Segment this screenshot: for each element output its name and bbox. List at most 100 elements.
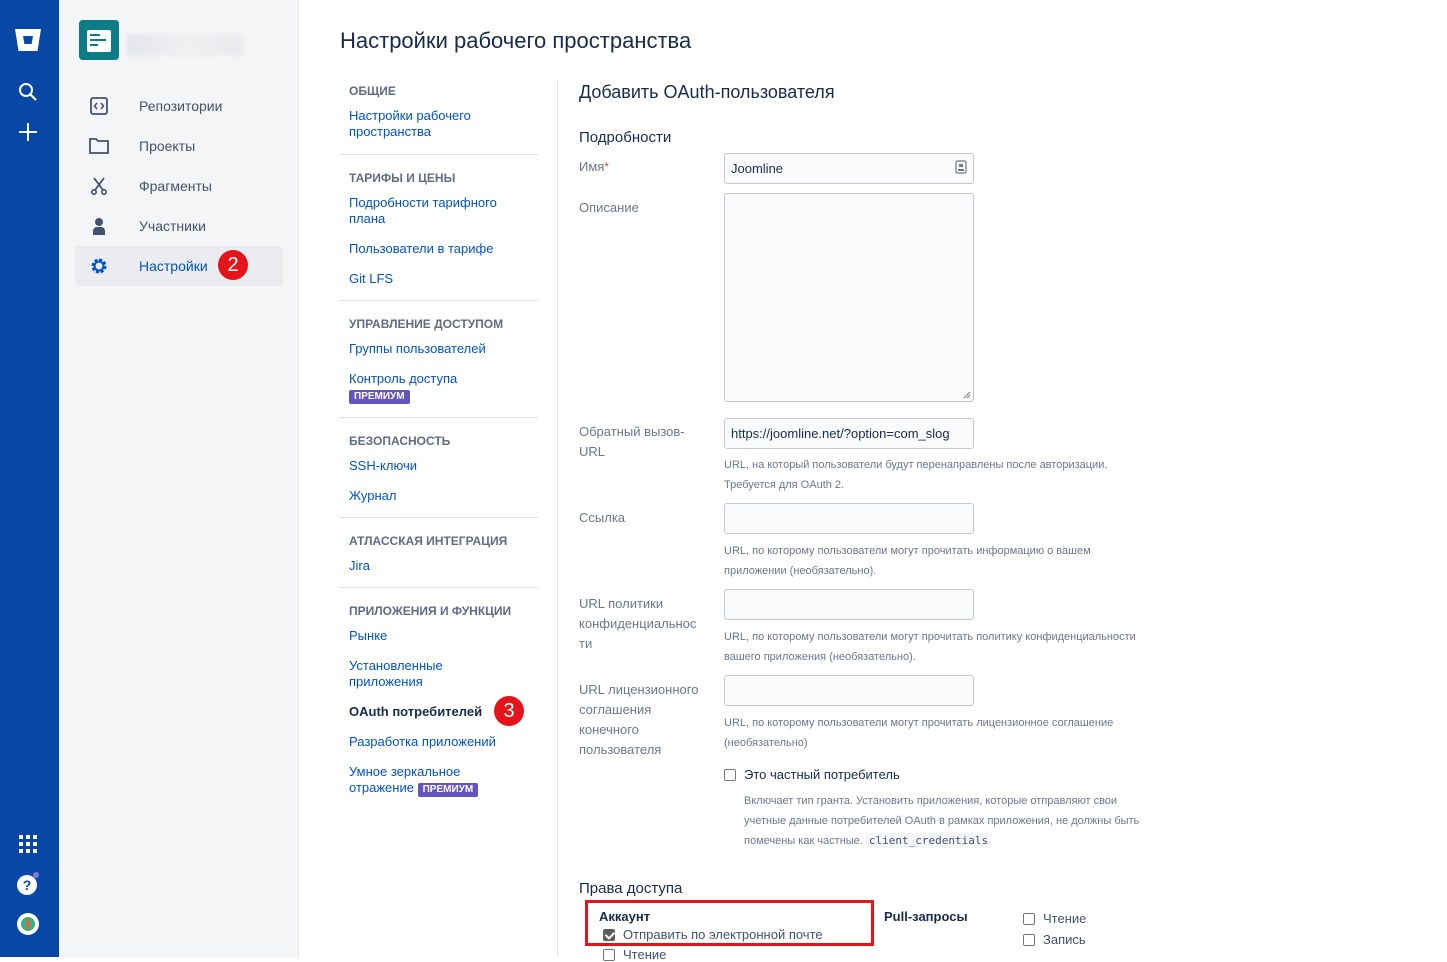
account-read-row[interactable]: Чтение [603,947,666,962]
app-switcher-grid-icon[interactable] [14,830,42,858]
pr-read-label: Чтение [1043,911,1087,926]
url-help: URL, по которому пользователи могут проч… [724,541,1194,581]
gear-icon [87,254,111,278]
pr-read-row[interactable]: Чтение [1023,911,1086,926]
pr-write-checkbox[interactable] [1023,933,1035,946]
label-line: конечного [579,722,639,737]
callback-url-label: Обратный вызов-URL [579,424,685,459]
help-line: Требуется для OAuth 2. [724,479,845,491]
pull-requests-perm-heading: Pull-запросы [884,909,968,924]
eula-url-help: URL, по которому пользователи могут проч… [724,713,1194,753]
person-icon [87,214,111,238]
premium-lozenge: ПРЕМИУМ [417,783,479,797]
account-email-checkbox[interactable] [603,928,615,941]
account-email-row[interactable]: Отправить по электронной почте [603,927,823,942]
subnav-link-installed-apps[interactable]: Установленные приложения [349,658,479,690]
annotation-badge-2: 2 [218,250,248,280]
eula-url-input[interactable] [724,675,974,706]
pr-read-checkbox[interactable] [1023,912,1035,925]
subnav-link-plan-details[interactable]: Подробности тарифного плана [349,195,519,227]
bitbucket-logo-icon[interactable] [14,26,42,54]
subnav-link-access-control[interactable]: Контроль доступа ПРЕМИУМ [349,371,528,404]
grant-type-code: client_credentials [865,833,992,848]
search-icon[interactable] [14,78,42,106]
help-line: URL, по которому пользователи могут проч… [724,631,1136,643]
callback-url-help: URL, на который пользователи будут перен… [724,455,1194,495]
subnav-link-smart-mirroring[interactable]: Умное зеркальное отражение ПРЕМИУМ [349,764,509,797]
workspace-sidebar: Репозитории Проекты Фрагменты Участники … [59,0,299,957]
label-line: соглашения [579,702,652,717]
sidebar-item-repositories[interactable]: Репозитории [75,86,283,126]
subnav-section-access: УПРАВЛЕНИЕ ДОСТУПОМ Группы пользователей… [339,301,538,418]
label-line: пользователя [579,742,662,757]
subnav-link-workspace-settings[interactable]: Настройки рабочего пространства [349,108,499,140]
annotation-badge-3: 3 [494,696,524,726]
subnav-link-git-lfs[interactable]: Git LFS [349,271,528,287]
folder-icon [87,134,111,158]
subnav-section-plans: ТАРИФЫ И ЦЕНЫ Подробности тарифного план… [339,155,538,301]
password-manager-icon[interactable] [955,160,967,177]
name-label: Имя* [579,157,609,177]
subnav-heading: ПРИЛОЖЕНИЯ И ФУНКЦИИ [349,604,512,618]
subnav-link-label: Контроль доступа [349,371,458,386]
user-avatar-icon[interactable] [14,910,42,938]
subnav-section-general: ОБЩИЕ Настройки рабочего пространства [339,80,538,155]
help-line: Включает тип гранта. Установить приложен… [744,795,1118,807]
account-perm-heading: Аккаунт [599,909,651,924]
help-line: приложении (необязательно). [724,565,877,577]
pr-write-label: Запись [1043,932,1086,947]
subnav-heading: ОБЩИЕ [349,84,396,98]
subnav-section-security: БЕЗОПАСНОСТЬ SSH-ключи Журнал [339,418,538,518]
help-line: помечены как частные. [744,835,863,847]
subnav-heading: БЕЗОПАСНОСТЬ [349,434,451,448]
sidebar-item-label: Репозитории [139,98,223,114]
callback-url-input[interactable]: https://joomline.net/?option=com_slog [724,418,974,449]
label-line: ти [579,636,593,651]
privacy-url-input[interactable] [724,589,974,620]
url-input[interactable] [724,503,974,534]
name-label-text: Имя [579,159,605,174]
sidebar-item-label: Настройки [139,258,208,274]
pr-write-row[interactable]: Запись [1023,932,1086,947]
sidebar-item-label: Участники [139,218,206,234]
help-icon[interactable]: ? [14,870,42,898]
private-consumer-checkbox-row[interactable]: Это частный потребитель [724,767,900,782]
subnav-section-atlassian: АТЛАССКАЯ ИНТЕГРАЦИЯ Jira [339,518,538,588]
subnav-link-user-groups[interactable]: Группы пользователей [349,341,528,357]
create-plus-icon[interactable] [14,118,42,146]
workspace-avatar[interactable] [79,20,119,60]
subnav-heading: АТЛАССКАЯ ИНТЕГРАЦИЯ [349,534,508,548]
private-consumer-help: Включает тип гранта. Установить приложен… [744,791,1194,851]
account-read-label: Чтение [623,947,667,962]
sidebar-item-projects[interactable]: Проекты [75,126,283,166]
subnav-section-apps: ПРИЛОЖЕНИЯ И ФУНКЦИИ Рынке Установленные… [339,588,538,797]
sidebar-item-snippets[interactable]: Фрагменты [75,166,283,206]
permissions-heading: Права доступа [579,880,683,897]
form-title: Добавить OAuth-пользователя [579,82,835,102]
details-heading: Подробности [579,129,672,146]
private-consumer-checkbox[interactable] [724,768,736,781]
sidebar-item-label: Фрагменты [139,178,212,194]
svg-text:?: ? [23,877,32,893]
account-read-checkbox[interactable] [603,948,615,961]
name-input-value: Joomline [731,161,784,176]
url-label: Ссылка [579,510,626,525]
subnav-link-marketplace[interactable]: Рынке [349,628,528,644]
code-brackets-icon [87,94,111,118]
subnav-link-audit-log[interactable]: Журнал [349,488,528,504]
column-divider [557,80,558,957]
sidebar-item-settings[interactable]: Настройки [75,246,283,286]
description-textarea[interactable] [724,193,974,402]
name-input[interactable]: Joomline [724,153,974,184]
subnav-link-app-development[interactable]: Разработка приложений [349,734,528,750]
sidebar-item-members[interactable]: Участники [75,206,283,246]
label-line: URL лицензионного [579,682,699,697]
help-line: URL, на который пользователи будут перен… [724,459,1108,471]
premium-lozenge: ПРЕМИУМ [349,390,410,404]
resize-handle-icon[interactable] [963,391,971,399]
subnav-heading: УПРАВЛЕНИЕ ДОСТУПОМ [349,317,504,331]
subnav-link-plan-users[interactable]: Пользователи в тарифе [349,241,528,257]
global-nav: ? [0,0,59,957]
subnav-link-jira[interactable]: Jira [349,558,528,574]
subnav-link-ssh-keys[interactable]: SSH-ключи [349,458,528,474]
